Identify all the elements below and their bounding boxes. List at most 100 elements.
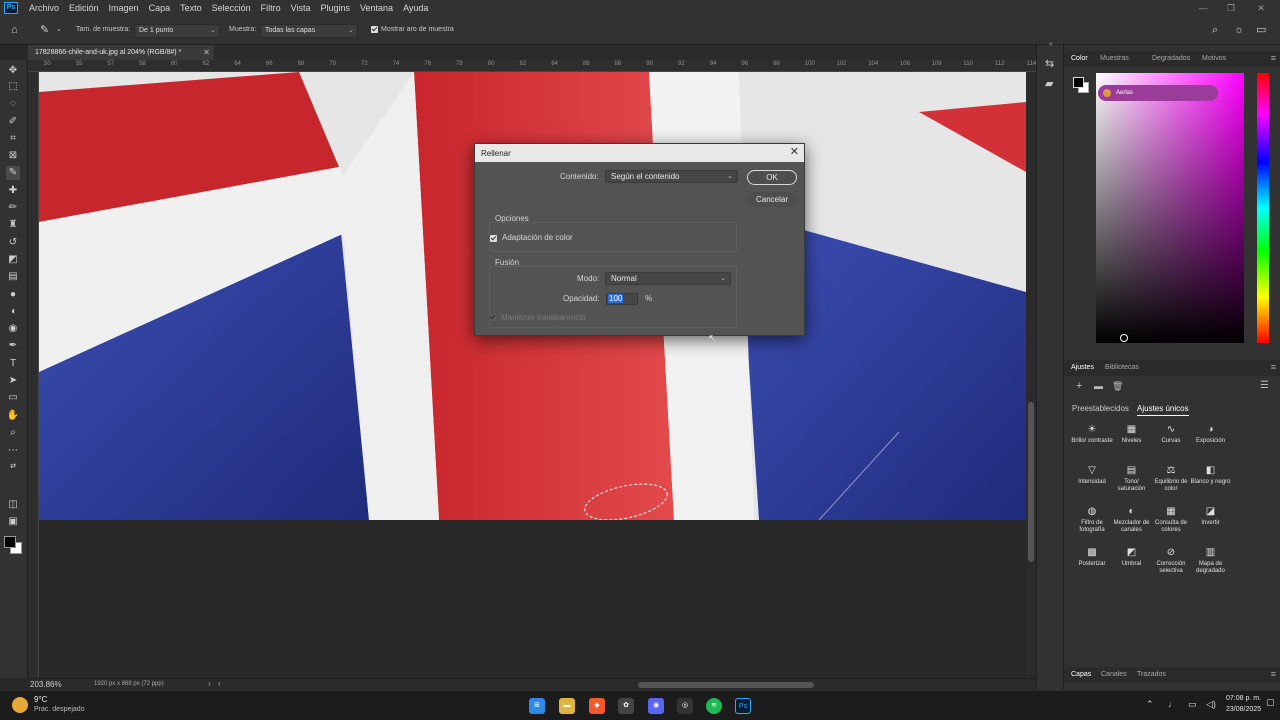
adjustment-item[interactable]: ∿ Curvas [1149, 425, 1193, 445]
clock-time[interactable]: 07:08 p. m. [1226, 695, 1261, 702]
weather-temperature[interactable]: 9°C [34, 695, 47, 704]
tab-gradients[interactable]: Degradados [1152, 55, 1190, 62]
close-window-icon[interactable]: ✕ [1248, 0, 1274, 16]
adjustment-item[interactable]: ◑ Exposición [1189, 425, 1233, 445]
tab-libraries[interactable]: Bibliotecas [1105, 364, 1139, 371]
lightbulb-icon[interactable]: ☼ [1234, 24, 1244, 36]
tab-channels[interactable]: Canales [1101, 671, 1127, 678]
menu-edicion[interactable]: Edición [64, 0, 104, 16]
adjustment-item[interactable]: ◪ Invertir [1189, 507, 1233, 527]
tab-layers[interactable]: Capas [1071, 671, 1091, 678]
tab-paths[interactable]: Trazados [1137, 671, 1166, 678]
blur-tool-icon[interactable]: ● [6, 288, 20, 302]
photoshop-icon[interactable]: Ps [735, 698, 751, 714]
pen-tool-icon[interactable]: ✒ [6, 339, 20, 353]
color-picker-field[interactable] [1096, 73, 1244, 343]
app-icon[interactable]: ◎ [677, 698, 693, 714]
cancel-button[interactable]: Cancelar [747, 192, 797, 207]
adjustment-item[interactable]: ☀ Brillo/ contraste [1070, 425, 1114, 445]
vertical-scrollbar[interactable] [1026, 72, 1036, 678]
color-picker-ring[interactable] [1120, 334, 1128, 342]
content-select[interactable]: Según el contenido ⌄ [605, 170, 738, 183]
spotify-icon[interactable]: ≋ [706, 698, 722, 714]
move-tool-icon[interactable]: ✥ [6, 64, 20, 78]
dialog-titlebar[interactable]: Rellenar ✕ [475, 144, 804, 162]
file-explorer-icon[interactable]: ▬ [559, 698, 575, 714]
brave-icon[interactable]: ◆ [589, 698, 605, 714]
add-adjustment-icon[interactable]: + [1076, 380, 1082, 392]
tab-swatches[interactable]: Muestras [1100, 55, 1129, 62]
stamp-tool-icon[interactable]: ♜ [6, 218, 20, 232]
history-brush-tool-icon[interactable]: ↺ [6, 236, 20, 250]
trash-icon[interactable]: 🗑 [1112, 381, 1123, 392]
dodge-tool-icon[interactable]: ◖ [6, 305, 20, 319]
horizontal-scroll-thumb[interactable] [638, 682, 814, 688]
preserve-transparency-checkbox[interactable] [489, 314, 496, 321]
folder-icon[interactable]: ▬ [1094, 381, 1103, 391]
windows-start-icon[interactable]: ⊞ [529, 698, 545, 714]
document-tab[interactable]: 17828866-chile-and-uk.jpg al 204% (RGB/8… [28, 45, 214, 60]
sample-select[interactable]: Todas las capas ⌄ [260, 24, 358, 38]
menu-vista[interactable]: Vista [286, 0, 316, 16]
more-tools-icon[interactable]: ⋯ [6, 444, 20, 458]
quick-selection-tool-icon[interactable]: ✐ [6, 115, 20, 129]
adjustment-item[interactable]: ◍ Filtro de fotografía [1070, 507, 1114, 534]
sample-size-select[interactable]: De 1 punto ⌄ [134, 24, 220, 38]
ok-button[interactable]: OK [747, 170, 797, 185]
adjustment-item[interactable]: ▦ Niveles [1110, 425, 1154, 445]
home-icon[interactable]: ⌂ [11, 24, 18, 36]
panel-menu-icon[interactable]: ≡ [1271, 53, 1276, 63]
opacity-input[interactable]: 100 [606, 293, 638, 305]
rectangle-tool-icon[interactable]: ▭ [6, 391, 20, 405]
eyedropper-preset-icon[interactable]: ✎ [40, 24, 49, 36]
weather-description[interactable]: Prac. despejado [34, 706, 85, 713]
show-ring-checkbox[interactable] [371, 26, 378, 33]
collapse-icon[interactable]: « [1049, 41, 1053, 48]
weather-icon[interactable] [12, 697, 28, 713]
color-fg-swatch[interactable] [1073, 77, 1084, 88]
adjustment-item[interactable]: ▥ Mapa de degradado [1189, 548, 1233, 575]
network-icon[interactable]: ▭ [1188, 699, 1197, 710]
screen-mode-icon[interactable]: ▣ [6, 515, 20, 529]
menu-seleccion[interactable]: Selección [207, 0, 256, 16]
maximize-icon[interactable]: ❐ [1218, 0, 1244, 16]
close-tab-icon[interactable]: ✕ [203, 45, 210, 60]
chevron-right-icon[interactable]: › [208, 679, 211, 688]
type-tool-icon[interactable]: T [6, 357, 20, 371]
chevron-down-icon[interactable]: ⌄ [56, 24, 62, 36]
mode-select[interactable]: Normal ⌄ [605, 272, 731, 285]
frame-tool-icon[interactable]: ⊠ [6, 149, 20, 163]
tab-patterns[interactable]: Motivos [1202, 55, 1226, 62]
adjustment-item[interactable]: ⚖ Equilibrio de color [1149, 466, 1193, 493]
minimize-icon[interactable]: — [1190, 0, 1216, 16]
discord-icon[interactable]: ◉ [648, 698, 664, 714]
menu-capa[interactable]: Capa [144, 0, 176, 16]
marquee-tool-icon[interactable]: ⬚ [6, 80, 20, 94]
menu-archivo[interactable]: Archivo [24, 0, 64, 16]
quick-mask-icon[interactable]: ◫ [6, 498, 20, 512]
close-icon[interactable]: ✕ [790, 146, 799, 158]
comments-panel-icon[interactable]: ▰ [1045, 77, 1053, 90]
search-icon[interactable]: ⌕ [1212, 24, 1218, 36]
adjustment-item[interactable]: ▩ Posterizar [1070, 548, 1114, 568]
crop-tool-icon[interactable]: ⌗ [6, 132, 20, 146]
adjustment-item[interactable]: ▽ Intensidad [1070, 466, 1114, 486]
zoom-level[interactable]: 203.86% [30, 680, 62, 689]
app-icon[interactable]: ✿ [618, 698, 634, 714]
color-adapt-checkbox[interactable] [490, 235, 497, 242]
menu-imagen[interactable]: Imagen [104, 0, 144, 16]
list-view-icon[interactable]: ☰ [1260, 380, 1269, 391]
menu-texto[interactable]: Texto [175, 0, 207, 16]
tab-adjustments[interactable]: Ajustes [1071, 364, 1094, 371]
chevron-left-icon[interactable]: ‹ [218, 679, 221, 688]
panel-menu-icon[interactable]: ≡ [1271, 669, 1276, 679]
panel-menu-icon[interactable]: ≡ [1271, 362, 1276, 372]
clock-date[interactable]: 23/08/2025 [1226, 706, 1261, 713]
brush-tool-icon[interactable]: ✏ [6, 201, 20, 215]
adjustment-item[interactable]: ◧ Blanco y negro [1189, 466, 1233, 486]
adjustment-item[interactable]: ⊘ Corrección selectiva [1149, 548, 1193, 575]
lasso-tool-icon[interactable]: ◌ [6, 97, 20, 111]
foreground-color-swatch[interactable] [4, 536, 16, 548]
history-panel-icon[interactable]: ⇆ [1045, 57, 1054, 70]
tab-presets[interactable]: Preestablecidos [1072, 404, 1129, 413]
